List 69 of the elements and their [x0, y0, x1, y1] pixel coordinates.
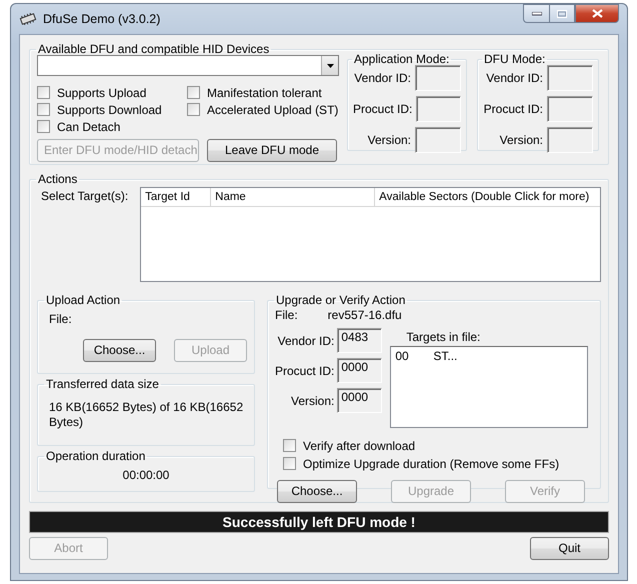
close-icon [592, 9, 602, 18]
readonly-field[interactable] [416, 96, 461, 122]
maximize-button[interactable] [549, 4, 575, 23]
field-label: Procuct ID: [353, 101, 412, 118]
group-title: Transferred data size [45, 378, 160, 390]
readonly-field[interactable] [415, 127, 461, 153]
field-label: Procuct ID: [484, 101, 543, 118]
column-header[interactable]: Available Sectors (Double Click for more) [375, 188, 600, 206]
readonly-field[interactable] [415, 65, 461, 91]
readonly-field[interactable]: 0000 [337, 358, 382, 383]
field-label: Version: [291, 392, 334, 410]
duration-value: 00:00:00 [122, 468, 170, 482]
checkbox[interactable] [37, 86, 50, 99]
checkbox-label: Manifestation tolerant [207, 84, 322, 102]
checkbox-label: Supports Upload [57, 84, 146, 102]
checkbox-label: Optimize Upgrade duration (Remove some FFs) [303, 456, 560, 472]
field-label: Vendor ID: [486, 70, 543, 87]
column-header[interactable]: Target Id [141, 188, 212, 206]
group-title: Upload Action [45, 294, 122, 306]
field-label: Vendor ID: [278, 332, 334, 350]
chip-icon [19, 13, 37, 25]
column-header[interactable]: Name [211, 188, 376, 206]
minimize-button[interactable] [523, 4, 549, 23]
checkbox-label: Can Detach [57, 118, 120, 136]
file-name: rev557-16.dfu [328, 307, 402, 324]
targets-list[interactable]: 00 ST... [390, 346, 588, 428]
group-title: Actions [37, 173, 78, 185]
group-title: Available DFU and compatible HID Devices [37, 43, 270, 55]
status-bar: Successfully left DFU mode ! [29, 511, 609, 533]
field-label: Version: [368, 132, 411, 149]
checkbox-label: Accelerated Upload (ST) [207, 102, 338, 118]
button[interactable]: Choose... [277, 480, 357, 503]
checkbox[interactable] [187, 86, 200, 99]
checkbox-label: Supports Download [57, 102, 162, 118]
close-button[interactable] [575, 4, 619, 23]
readonly-field[interactable] [547, 65, 593, 91]
field-label: Version: [500, 132, 543, 149]
transferred-size-text: 16 KB(16652 Bytes) of 16 KB(16652 Bytes) [49, 400, 244, 430]
checkbox-label: Verify after download [303, 438, 416, 454]
select-targets-label: Select Target(s): [41, 188, 128, 205]
field-label: Procuct ID: [275, 362, 334, 380]
device-dropdown[interactable] [37, 55, 339, 76]
group-title: DFU Mode: [483, 53, 546, 65]
group-title: Application Mode: [353, 53, 450, 65]
checkbox[interactable] [37, 120, 50, 133]
checkbox[interactable] [37, 103, 50, 116]
target-name: ST... [433, 349, 458, 363]
checkbox[interactable] [187, 103, 200, 116]
checkbox[interactable] [283, 439, 296, 452]
readonly-field[interactable]: 0000 [337, 388, 382, 413]
group-title: Operation duration [45, 450, 146, 462]
checkbox[interactable] [283, 457, 296, 470]
targets-in-file-label: Targets in file: [406, 329, 482, 346]
readonly-field[interactable] [547, 96, 593, 122]
readonly-field[interactable] [547, 127, 593, 153]
maximize-icon [557, 10, 567, 18]
target-id: 00 [395, 349, 410, 363]
dropdown-arrow-icon [326, 64, 334, 68]
field-label: Vendor ID: [354, 70, 411, 87]
button[interactable]: Leave DFU mode [207, 139, 337, 162]
targets-table[interactable]: Target Id Name Available Sectors (Double Click for more) [140, 187, 601, 282]
button[interactable]: Quit [530, 537, 609, 560]
button[interactable]: Choose... [83, 339, 156, 362]
file-label: File: [275, 307, 298, 324]
readonly-field[interactable]: 0483 [337, 328, 382, 353]
window-title: DfuSe Demo (v3.0.2) [43, 10, 160, 28]
group-title: Upgrade or Verify Action [275, 294, 406, 306]
minimize-icon [532, 12, 542, 16]
file-label: File: [49, 311, 73, 328]
